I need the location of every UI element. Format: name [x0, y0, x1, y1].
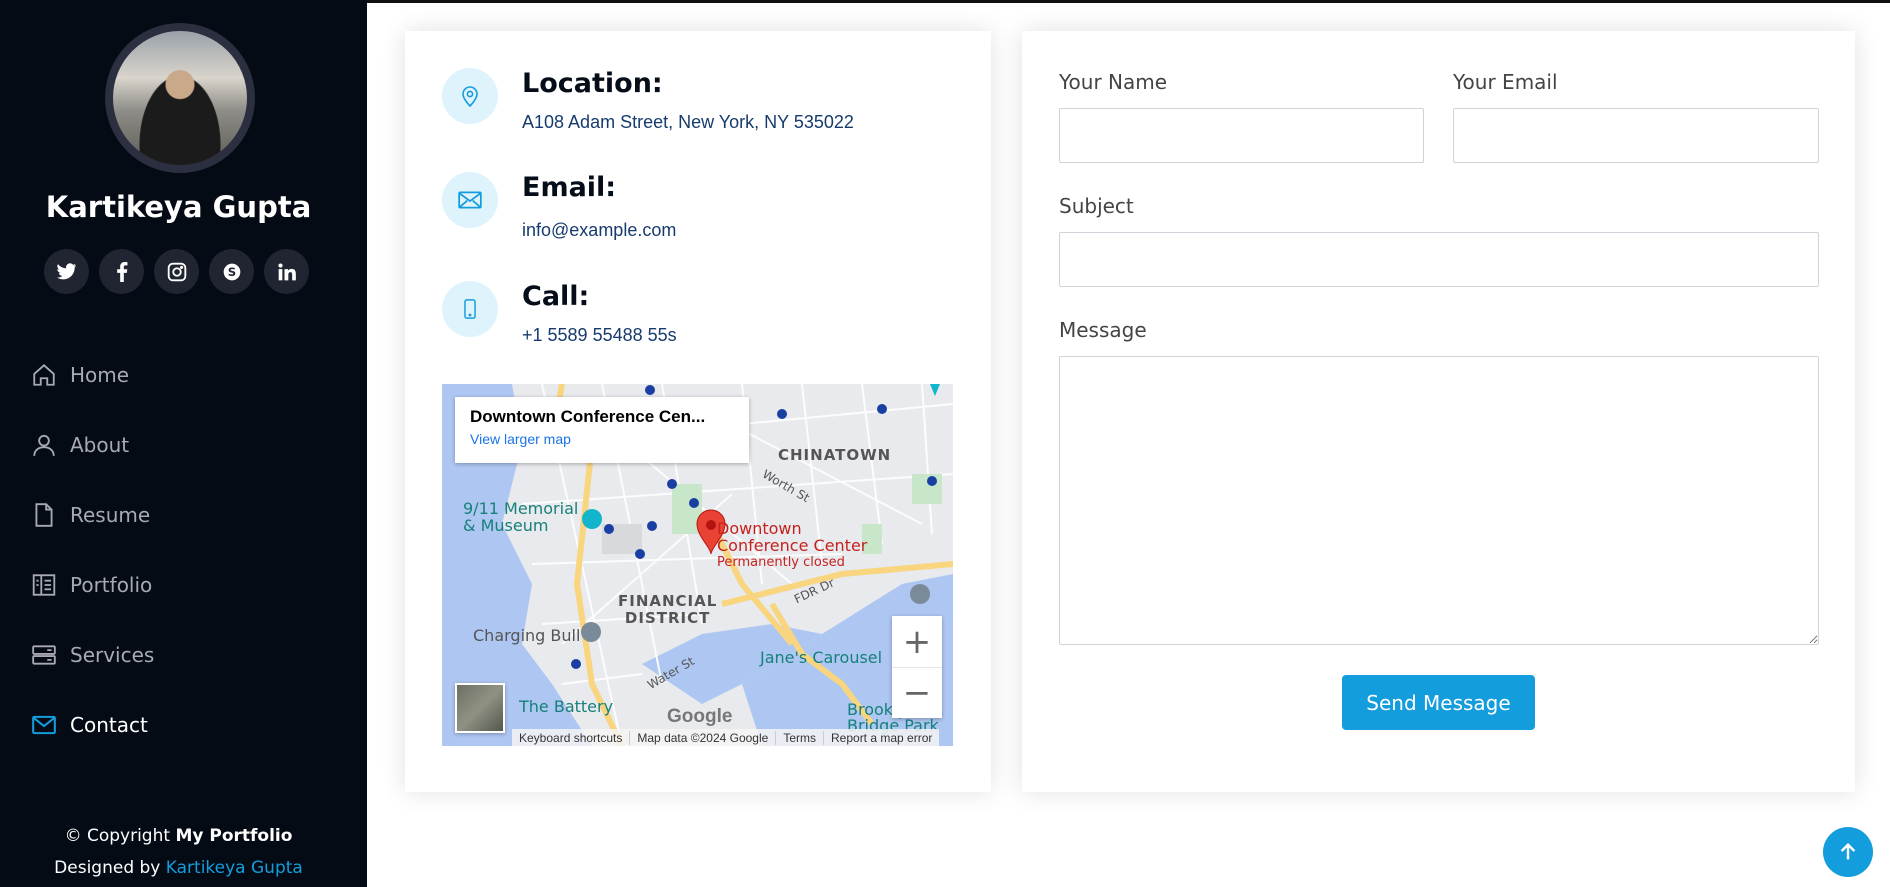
back-to-top-button[interactable] — [1823, 827, 1873, 877]
copyright-prefix: © Copyright — [64, 826, 176, 846]
map-label-memorial-1: 9/11 Memorial — [463, 499, 579, 518]
satellite-toggle[interactable] — [455, 683, 505, 733]
social-links: S — [44, 249, 309, 294]
message-label: Message — [1059, 318, 1147, 342]
your-email-label: Your Email — [1453, 70, 1558, 94]
call-title: Call: — [522, 281, 590, 312]
keyboard-shortcuts-link[interactable]: Keyboard shortcuts — [512, 730, 631, 745]
facebook-icon[interactable] — [99, 249, 144, 294]
map-label-memorial: 9/11 Memorial & Museum — [463, 500, 578, 534]
map-label-financial-1: FINANCIAL — [618, 592, 718, 610]
report-error-link[interactable]: Report a map error — [824, 731, 939, 745]
sidebar: Kartikeya Gupta S Home About Resume Port… — [0, 0, 367, 887]
map-label-battery: The Battery — [519, 697, 614, 716]
server-icon — [30, 641, 58, 669]
map-label-memorial-2: & Museum — [463, 516, 549, 535]
contact-form-card: Your Name Your Email Subject Message Sen… — [1022, 31, 1855, 792]
nav-item-contact[interactable]: Contact — [30, 690, 154, 760]
nav-label-services: Services — [70, 643, 155, 667]
map-attribution-bar: Keyboard shortcuts Map data ©2024 Google… — [512, 729, 940, 746]
sidebar-footer: © Copyright My Portfolio Designed by Kar… — [0, 820, 357, 884]
arrow-up-icon — [1840, 842, 1856, 860]
google-logo: Google — [667, 706, 733, 727]
name-input[interactable] — [1059, 108, 1424, 163]
map-zoom-controls: + − — [892, 616, 942, 718]
nav-item-services[interactable]: Services — [30, 620, 154, 690]
nav-item-portfolio[interactable]: Portfolio — [30, 550, 154, 620]
home-icon — [30, 361, 58, 389]
email-title: Email: — [522, 172, 617, 203]
contact-info-card: Location: A108 Adam Street, New York, NY… — [405, 31, 991, 792]
nav-label-home: Home — [70, 363, 130, 387]
svg-text:S: S — [227, 265, 235, 279]
copyright-line: © Copyright My Portfolio — [0, 820, 357, 852]
map-data-text: Map data ©2024 Google — [630, 730, 777, 745]
avatar — [105, 23, 255, 173]
zoom-out-button[interactable]: − — [892, 667, 942, 718]
copyright-brand: My Portfolio — [175, 826, 293, 846]
map-info-box: Downtown Conference Cen... View larger m… — [455, 397, 749, 463]
map-label-marker-2: Conference Center — [717, 536, 868, 555]
nav-label-about: About — [70, 433, 130, 457]
subject-input[interactable] — [1059, 232, 1819, 287]
main-nav: Home About Resume Portfolio Services Con… — [30, 340, 154, 760]
zoom-in-button[interactable]: + — [892, 616, 942, 667]
envelope-icon — [442, 172, 498, 228]
nav-label-contact: Contact — [70, 713, 148, 737]
terms-link[interactable]: Terms — [776, 730, 824, 745]
map-label-bull: Charging Bull — [473, 626, 581, 645]
person-icon — [30, 431, 58, 459]
embedded-map[interactable]: CHINATOWN 9/11 Memorial & Museum Downtow… — [442, 384, 953, 746]
your-name-label: Your Name — [1059, 70, 1168, 94]
subject-label: Subject — [1059, 194, 1134, 218]
map-label-marker-1: Downtown — [717, 519, 802, 538]
email-input[interactable] — [1453, 108, 1819, 163]
instagram-icon[interactable] — [154, 249, 199, 294]
nav-item-resume[interactable]: Resume — [30, 480, 154, 550]
nav-label-resume: Resume — [70, 503, 151, 527]
location-title: Location: — [522, 68, 663, 99]
message-textarea[interactable] — [1059, 356, 1819, 645]
call-text: +1 5589 55488 55s — [522, 325, 677, 345]
map-label-marker: Downtown Conference Center Permanently c… — [717, 520, 867, 571]
designed-by-line: Designed by Kartikeya Gupta — [0, 852, 357, 884]
nav-label-portfolio: Portfolio — [70, 573, 153, 597]
phone-icon — [442, 281, 498, 337]
send-message-button[interactable]: Send Message — [1342, 675, 1535, 730]
profile-name: Kartikeya Gupta — [45, 190, 312, 224]
map-label-financial: FINANCIAL DISTRICT — [618, 593, 717, 627]
nav-item-about[interactable]: About — [30, 410, 154, 480]
nav-item-home[interactable]: Home — [30, 340, 154, 410]
envelope-icon — [30, 711, 58, 739]
map-place-name: Downtown Conference Cen... — [470, 407, 706, 426]
view-larger-map-link[interactable]: View larger map — [470, 431, 734, 447]
top-border — [367, 0, 1890, 3]
map-pin-icon — [442, 68, 498, 124]
book-icon — [30, 571, 58, 599]
location-text: A108 Adam Street, New York, NY 535022 — [522, 112, 854, 132]
file-icon — [30, 501, 58, 529]
skype-icon[interactable]: S — [209, 249, 254, 294]
email-text: info@example.com — [522, 220, 677, 240]
linkedin-icon[interactable] — [264, 249, 309, 294]
designer-link[interactable]: Kartikeya Gupta — [166, 858, 303, 878]
map-label-marker-3: Permanently closed — [717, 555, 845, 570]
map-label-financial-2: DISTRICT — [624, 609, 711, 627]
map-label-chinatown: CHINATOWN — [778, 446, 892, 464]
map-label-carousel: Jane's Carousel — [760, 648, 883, 667]
twitter-icon[interactable] — [44, 249, 89, 294]
designed-prefix: Designed by — [54, 858, 166, 878]
